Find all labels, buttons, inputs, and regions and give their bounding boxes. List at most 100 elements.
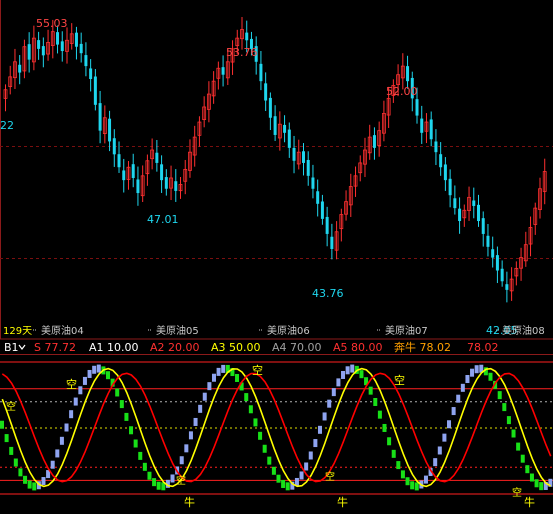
buy-signal: 牛 [337,495,348,509]
turn-signal: 空 [325,470,335,483]
candle-down [320,201,324,219]
candle-down [131,164,135,178]
osc-bar-down [262,444,267,453]
candle-down [37,40,41,49]
month-label-06: 美原油06 [267,324,310,337]
osc-bar-up [341,370,346,379]
candle-down [122,170,126,181]
candle-down [117,154,121,168]
turn-signal: 空 [176,474,186,487]
osc-bar-up [216,367,221,376]
osc-bar-down [520,454,525,463]
osc-bar-up [345,366,350,375]
candle-down [448,178,452,196]
osc-bar-up [350,364,355,373]
candle-down [491,249,495,258]
osc-bar-down [410,481,415,490]
osc-bar-down [129,426,134,435]
month-label-08: 美原油08 [502,324,545,337]
buy-signal: 牛 [524,495,535,509]
osc-bar-down [511,429,516,438]
osc-bar-up [64,423,69,432]
candle-down [174,181,178,191]
candle-down [434,141,438,153]
osc-bar-down [156,481,161,490]
candle-down [453,198,457,209]
osc-bar-down [516,442,521,451]
osc-bar-up [456,394,461,403]
buy-signal: 牛 [184,495,195,509]
candle-down [505,284,509,290]
month-label-04: 美原油04 [41,324,84,337]
osc-bar-down [525,465,530,474]
osc-bar-up [327,399,332,408]
candle-down [259,63,263,82]
osc-bar-up [184,444,189,453]
osc-bar-down [0,420,5,429]
osc-bar-up [96,364,101,373]
indicator-a3: A3 50.00 [211,341,261,354]
osc-bar-down [115,388,120,397]
candle-down [500,268,504,282]
candle-down [406,66,410,82]
osc-bar-up [179,456,184,465]
candle-down [18,64,22,73]
osc-bar-down [32,482,37,491]
osc-bar-up [193,417,198,426]
osc-bar-down [235,373,240,382]
osc-bar-up [82,376,87,385]
candle-down [316,191,320,204]
candle-down [164,177,168,189]
osc-bar-up [451,407,456,416]
sell-signal: 空 [252,363,263,377]
candle-down [472,200,476,206]
annotation-low-2: 43.76 [312,287,344,300]
osc-bar-down [382,423,387,432]
osc-bar-down [534,479,539,488]
osc-bar-up [442,433,447,442]
period-label: 129天 [3,326,32,337]
osc-bar-down [400,470,405,479]
oil-price-chart: 空空空牛牛牛空空 空空 22 55.03 53.76 52.00 47.01 43… [0,0,553,514]
candle-down [481,218,485,234]
osc-bar-up [317,425,322,434]
osc-bar-up [55,449,60,458]
osc-bar-down [147,471,152,480]
candle-down [292,147,296,161]
osc-bar-down [405,477,410,486]
candle-down [283,124,287,133]
osc-bar-down [529,473,534,482]
candle-down [268,97,272,118]
indicator-a2: A2 20.00 [150,341,200,354]
osc-bar-down [391,449,396,458]
osc-bar-down [152,478,157,487]
candle-down [477,204,480,222]
sell-signal: 空 [394,373,405,387]
candle-down [60,41,64,52]
candle-down [458,208,462,222]
osc-bar-down [368,386,373,395]
osc-bar-down [258,431,263,440]
candle-down [112,138,116,155]
month-label-05: 美原油05 [156,324,199,337]
osc-bar-up [211,373,216,382]
candle-down [287,129,291,148]
month-label-07: 美原油07 [385,324,428,337]
indicator-name[interactable]: B1 [4,341,19,354]
osc-bar-up [41,477,46,486]
osc-bar-down [359,370,364,379]
osc-bar-down [377,410,382,419]
osc-bar-down [13,458,18,467]
osc-bar-up [336,378,341,387]
indicator-benniu-value: 78.02 [467,341,499,354]
osc-bar-up [470,368,475,377]
osc-bar-down [119,400,124,409]
candle-down [56,32,60,45]
candle-down [273,116,277,135]
indicator-benniu: 奔牛 78.02 [394,340,451,354]
osc-bar-down [133,439,138,448]
candle-down [439,154,443,168]
osc-bar-down [373,397,378,406]
osc-bar-up [221,364,226,373]
candle-down [89,68,93,80]
